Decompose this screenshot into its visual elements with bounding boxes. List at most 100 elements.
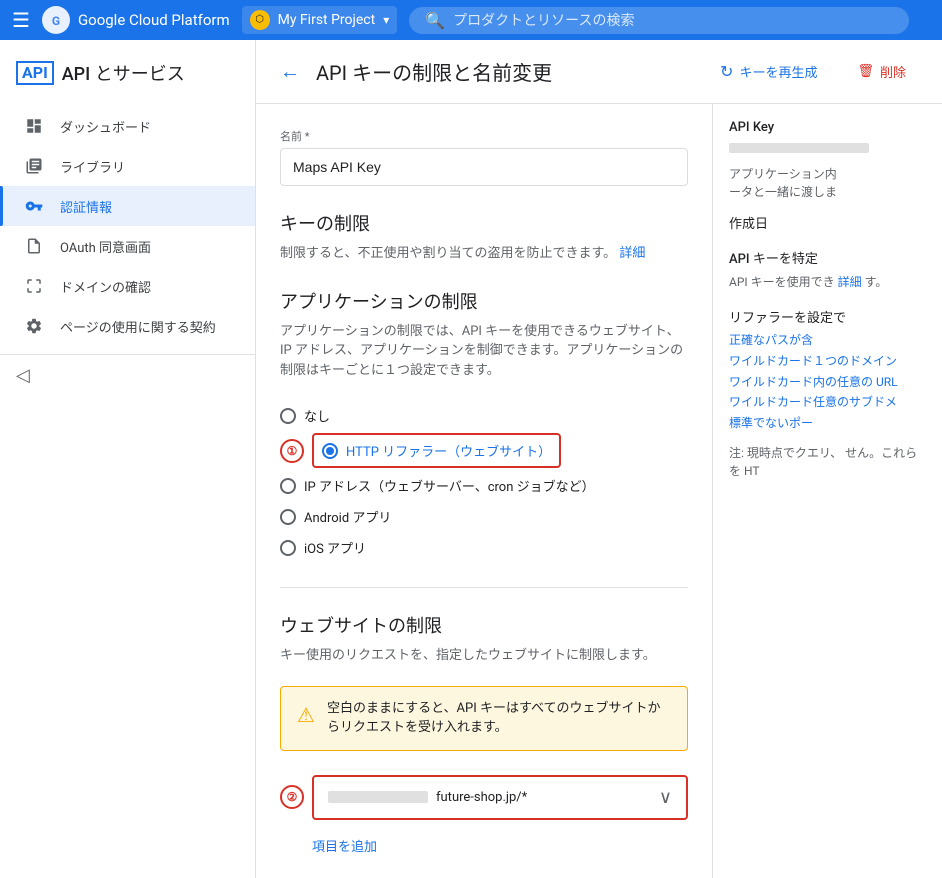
- radio-ip-label: IP アドレス（ウェブサーバー、cron ジョブなど）: [304, 476, 595, 495]
- page-actions: ↻ キーを再生成 🗑 削除: [708, 56, 918, 87]
- logo-text: Google Cloud Platform: [78, 11, 230, 29]
- radio-ios-circle: [280, 540, 296, 556]
- regenerate-label: キーを再生成: [739, 62, 817, 81]
- delete-button[interactable]: 🗑 削除: [845, 56, 918, 87]
- page-title: API キーの制限と名前変更: [316, 57, 692, 86]
- radio-ip[interactable]: IP アドレス（ウェブサーバー、cron ジョブなど）: [280, 470, 688, 501]
- project-selector[interactable]: ⬡ My First Project ▾: [242, 6, 398, 34]
- page-usage-icon: [24, 316, 44, 336]
- domain-icon: [24, 276, 44, 296]
- website-restriction-title: ウェブサイトの制限: [280, 612, 688, 638]
- sidebar: API API とサービス ダッシュボード ライブラリ: [0, 40, 256, 878]
- radio-none-circle: [280, 408, 296, 424]
- sidebar-label-dashboard: ダッシュボード: [60, 117, 151, 136]
- header: ☰ G Google Cloud Platform ⬡ My First Pro…: [0, 0, 942, 40]
- name-input[interactable]: [280, 148, 688, 186]
- search-bar[interactable]: 🔍: [409, 7, 909, 34]
- radio-http[interactable]: HTTP リファラー（ウェブサイト）: [312, 433, 561, 468]
- regenerate-icon: ↻: [720, 62, 733, 81]
- project-icon: ⬡: [250, 10, 270, 30]
- app-restriction-title: アプリケーションの制限: [280, 288, 688, 314]
- aside-api-key-title: API Key: [729, 120, 926, 135]
- website-restriction-desc: キー使用のリクエストを、指定したウェブサイトに制限します。: [280, 646, 688, 666]
- aside-note: 注: 現時点でクエリ、 せん。これらを HT: [729, 444, 926, 480]
- url-text: future-shop.jp/*: [436, 790, 527, 805]
- svg-text:G: G: [52, 14, 60, 28]
- name-label: 名前 *: [280, 128, 688, 144]
- warning-text: 空白のままにすると、API キーはすべてのウェブサイトからリクエストを受け入れま…: [327, 699, 671, 738]
- app-restriction-group: アプリケーションの制限 アプリケーションの制限では、API キーを使用できるウェ…: [280, 288, 688, 564]
- aside-specify-link[interactable]: 詳細: [838, 275, 862, 289]
- key-restriction-desc: 制限すると、不正使用や割り当ての盗用を防止できます。 詳細: [280, 244, 688, 264]
- content-area: 名前 * キーの制限 制限すると、不正使用や割り当ての盗用を防止できます。 詳細…: [256, 104, 942, 878]
- aside-specify-title: API キーを特定: [729, 248, 926, 267]
- content-main: 名前 * キーの制限 制限すると、不正使用や割り当ての盗用を防止できます。 詳細…: [256, 104, 712, 878]
- collapse-icon: ◁: [16, 365, 30, 386]
- search-input[interactable]: [453, 12, 893, 28]
- sidebar-item-dashboard[interactable]: ダッシュボード: [0, 106, 255, 146]
- aside-key-blurred: [729, 143, 869, 153]
- sidebar-item-oauth[interactable]: OAuth 同意画面: [0, 226, 255, 266]
- aside-app-note: アプリケーション内 ータと一緒に渡しま: [729, 165, 926, 201]
- warning-icon: ⚠: [297, 700, 315, 730]
- back-button[interactable]: ←: [280, 59, 300, 84]
- menu-icon[interactable]: ☰: [12, 8, 30, 32]
- sidebar-label-credentials: 認証情報: [60, 197, 112, 216]
- page-header: ← API キーの制限と名前変更 ↻ キーを再生成 🗑 削除: [256, 40, 942, 104]
- main-content: ← API キーの制限と名前変更 ↻ キーを再生成 🗑 削除 名前 *: [256, 40, 942, 878]
- app-restriction-desc: アプリケーションの制限では、API キーを使用できるウェブサイト、IP アドレス…: [280, 322, 688, 381]
- aside-bullet-3: ワイルドカード内の任意の URL: [729, 374, 926, 391]
- chevron-down-icon: ∨: [659, 787, 672, 808]
- url-entry-row: ② future-shop.jp/* ∨: [280, 767, 688, 828]
- warning-box: ⚠ 空白のままにすると、API キーはすべてのウェブサイトからリクエストを受け入…: [280, 686, 688, 751]
- key-restriction-title: キーの制限: [280, 210, 688, 236]
- url-entry-box[interactable]: future-shop.jp/* ∨: [312, 775, 688, 820]
- sidebar-header: API API とサービス: [0, 48, 255, 98]
- radio-none[interactable]: なし: [280, 400, 688, 431]
- radio-none-label: なし: [304, 406, 330, 425]
- radio-ios[interactable]: iOS アプリ: [280, 532, 688, 563]
- credentials-icon: [24, 196, 44, 216]
- dashboard-icon: [24, 116, 44, 136]
- url-blurred: [328, 791, 428, 803]
- sidebar-label-domain: ドメインの確認: [60, 277, 151, 296]
- sidebar-item-credentials[interactable]: 認証情報: [0, 186, 255, 226]
- key-restriction-group: キーの制限 制限すると、不正使用や割り当ての盗用を防止できます。 詳細: [280, 210, 688, 264]
- content-aside: API Key アプリケーション内 ータと一緒に渡しま 作成日 API キーを特…: [712, 104, 942, 878]
- api-badge: API: [16, 61, 54, 84]
- aside-bullet-list: 正確なパスが含 ワイルドカード１つのドメイン ワイルドカード内の任意の URL …: [729, 332, 926, 432]
- step-1-badge: ①: [280, 439, 304, 463]
- radio-android-label: Android アプリ: [304, 507, 391, 526]
- sidebar-title: API とサービス: [62, 60, 185, 86]
- radio-ip-circle: [280, 478, 296, 494]
- regenerate-button[interactable]: ↻ キーを再生成: [708, 56, 829, 87]
- layout: API API とサービス ダッシュボード ライブラリ: [0, 40, 942, 878]
- project-name: My First Project: [278, 12, 376, 28]
- url-entry-content: future-shop.jp/*: [328, 790, 659, 805]
- dropdown-icon: ▾: [383, 13, 389, 27]
- aside-referer-title: リファラーを設定で: [729, 307, 926, 326]
- aside-created-label: 作成日: [729, 213, 926, 232]
- sidebar-label-library: ライブラリ: [60, 157, 125, 176]
- key-restriction-link[interactable]: 詳細: [619, 246, 645, 261]
- add-item-row: 項目を追加: [312, 828, 688, 855]
- oauth-icon: [24, 236, 44, 256]
- sidebar-item-domain[interactable]: ドメインの確認: [0, 266, 255, 306]
- radio-ios-label: iOS アプリ: [304, 538, 366, 557]
- aside-bullet-2: ワイルドカード１つのドメイン: [729, 353, 926, 370]
- sidebar-item-library[interactable]: ライブラリ: [0, 146, 255, 186]
- radio-http-inner: [326, 447, 334, 455]
- sidebar-nav: ダッシュボード ライブラリ 認証情報 OAuth 同: [0, 98, 255, 354]
- section-divider-1: [280, 587, 688, 588]
- name-form-group: 名前 *: [280, 128, 688, 186]
- library-icon: [24, 156, 44, 176]
- gcp-logo-icon: G: [42, 6, 70, 34]
- radio-android[interactable]: Android アプリ: [280, 501, 688, 532]
- sidebar-collapse[interactable]: ◁: [0, 354, 255, 396]
- aside-specify-desc: API キーを使用でき 詳細 す。: [729, 273, 926, 291]
- aside-bullet-4: ワイルドカード任意のサブドメ: [729, 394, 926, 411]
- add-item-link[interactable]: 項目を追加: [312, 836, 377, 855]
- radio-http-circle: [322, 443, 338, 459]
- sidebar-item-page-usage[interactable]: ページの使用に関する契約: [0, 306, 255, 346]
- search-icon: 🔍: [425, 11, 445, 30]
